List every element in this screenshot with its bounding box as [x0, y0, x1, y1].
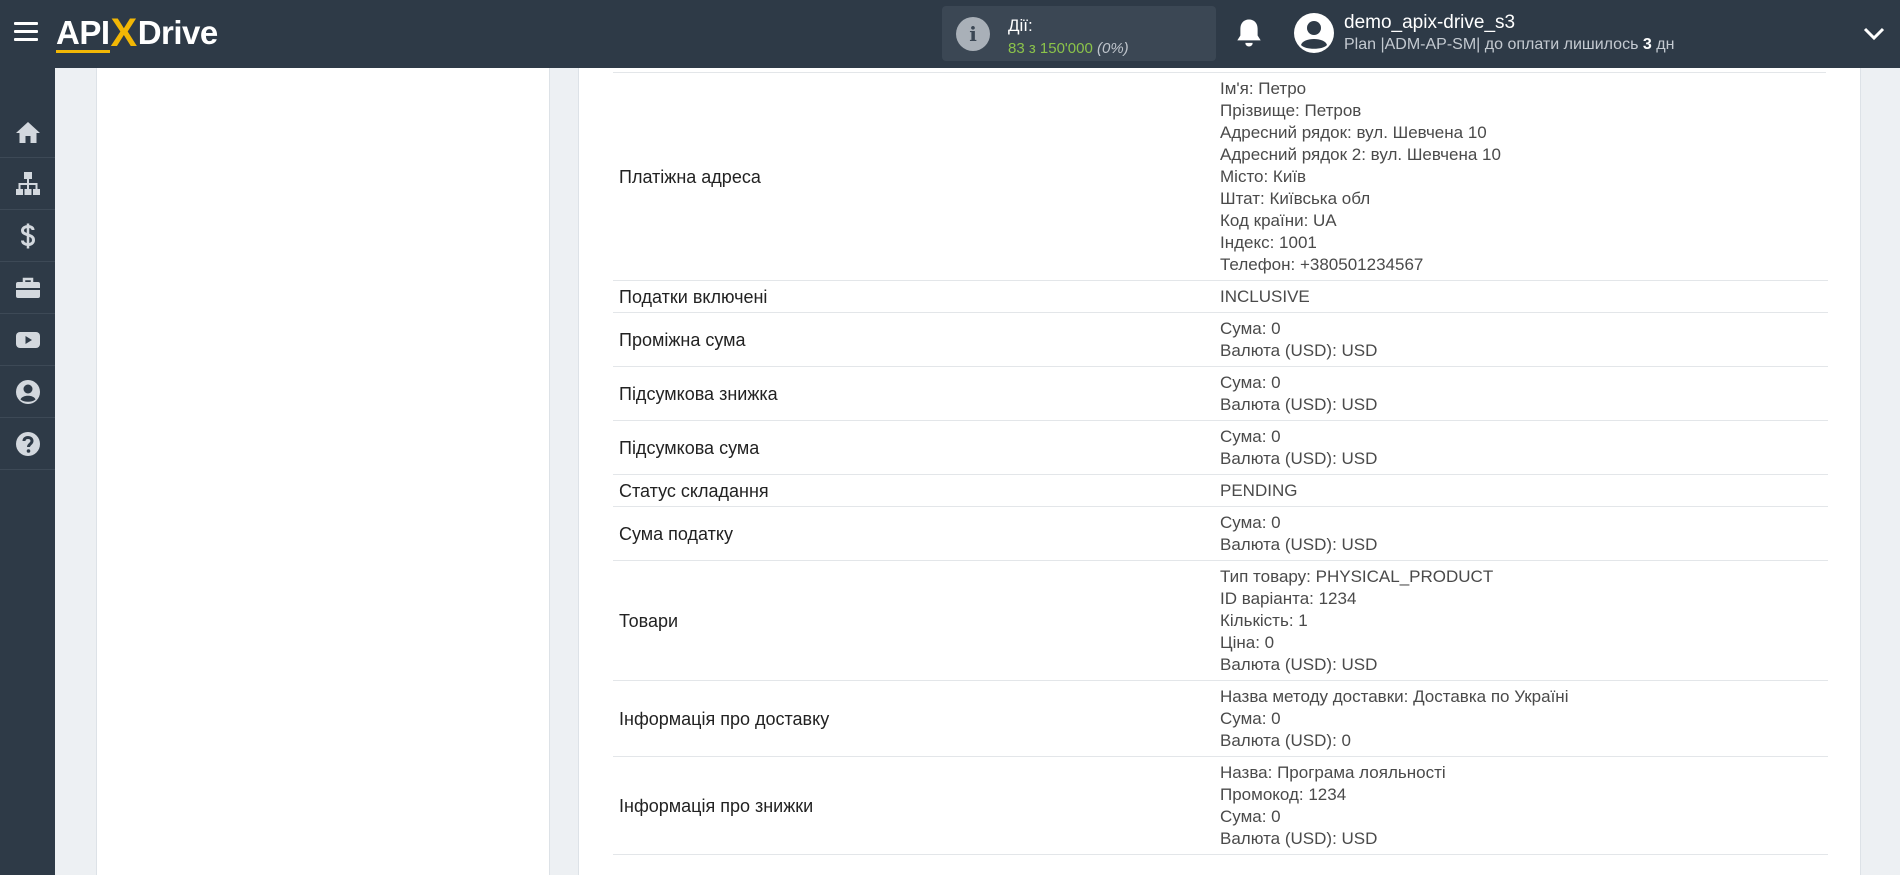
- row-label: Інформація про доставку: [619, 708, 830, 729]
- logo-x-text: X: [110, 10, 138, 55]
- row-label: Платіжна адреса: [619, 166, 761, 187]
- row-value: Сума: 0 Валюта (USD): USD: [1220, 426, 1828, 470]
- row-value-line: Валюта (USD): USD: [1220, 829, 1378, 848]
- table-row: Товари Тип товару: PHYSICAL_PRODUCT ID вар…: [613, 561, 1828, 681]
- sidebar: [0, 68, 55, 875]
- row-value-line: Назва методу доставки: Доставка по Украї…: [1220, 687, 1569, 706]
- plan-days: 3: [1642, 36, 1652, 53]
- row-value-line: Ім'я: Петро: [1220, 79, 1307, 98]
- row-value-line: Адресний рядок: вул. Шевчена 10: [1220, 123, 1487, 142]
- row-value: Сума: 0 Валюта (USD): USD: [1220, 318, 1828, 362]
- row-value-line: Кількість: 1: [1220, 611, 1308, 630]
- row-value-line: Валюта (USD): USD: [1220, 341, 1378, 360]
- menu-icon[interactable]: [14, 22, 38, 42]
- row-value-line: INCLUSIVE: [1220, 287, 1310, 306]
- row-value: Назва: Програма лояльності Промокод: 1234…: [1220, 762, 1828, 850]
- sidebar-item-home[interactable]: [0, 106, 55, 158]
- actions-counter[interactable]: i Дії: 83 з 150'000 (0%): [942, 6, 1216, 61]
- row-label: Підсумкова знижка: [619, 383, 778, 404]
- table-row: Проміжна сума Сума: 0 Валюта (USD): USD: [613, 313, 1828, 367]
- row-value-line: Адресний рядок 2: вул. Шевчена 10: [1220, 145, 1501, 164]
- row-value-line: Сума: 0: [1220, 319, 1281, 338]
- row-value-line: Валюта (USD): 0: [1220, 731, 1351, 750]
- username[interactable]: demo_apix-drive_s3: [1344, 12, 1515, 34]
- apixdrive-logo[interactable]: API X Drive: [56, 11, 218, 55]
- dollar-icon: [20, 223, 35, 248]
- row-value-line: ID варіанта: 1234: [1220, 589, 1357, 608]
- table-row: Підсумкова знижка Сума: 0 Валюта (USD): US…: [613, 367, 1828, 421]
- row-value: PENDING: [1220, 480, 1828, 502]
- row-label: Статус складання: [619, 480, 769, 501]
- avatar-icon[interactable]: [1294, 13, 1334, 53]
- sidebar-item-account[interactable]: [0, 366, 55, 418]
- row-value-line: Телефон: +380501234567: [1220, 255, 1424, 274]
- plan-info: Plan |ADM-AP-SM| до оплати лишилось 3 дн: [1344, 36, 1674, 54]
- row-value-line: Тип товару: PHYSICAL_PRODUCT: [1220, 567, 1494, 586]
- row-value-line: Валюта (USD): USD: [1220, 655, 1378, 674]
- info-icon: i: [956, 17, 990, 51]
- sidebar-item-connections[interactable]: [0, 158, 55, 210]
- sidebar-item-tools[interactable]: [0, 262, 55, 314]
- youtube-icon: [15, 331, 40, 348]
- plan-suffix: дн: [1656, 36, 1675, 53]
- row-value-line: Індекс: 1001: [1220, 233, 1317, 252]
- left-panel: [96, 68, 550, 875]
- bell-icon[interactable]: [1234, 17, 1264, 49]
- data-table: Платіжна адреса Ім'я: Петро Прізвище: Петр…: [613, 73, 1828, 855]
- row-value-line: Прізвище: Петров: [1220, 101, 1362, 120]
- row-value-line: Валюта (USD): USD: [1220, 395, 1378, 414]
- sidebar-item-video[interactable]: [0, 314, 55, 366]
- row-label: Податки включені: [619, 286, 768, 307]
- row-value-line: Сума: 0: [1220, 373, 1281, 392]
- row-label: Інформація про знижки: [619, 795, 814, 816]
- row-label: Підсумкова сума: [619, 437, 760, 458]
- actions-value: 83 з 150'000 (0%): [1008, 40, 1129, 57]
- row-value: Ім'я: Петро Прізвище: Петров Адресний рядо…: [1220, 78, 1828, 276]
- row-value: INCLUSIVE: [1220, 286, 1828, 308]
- row-value-line: Штат: Київська обл: [1220, 189, 1371, 208]
- table-row: Інформація про доставку Назва методу дост…: [613, 681, 1828, 757]
- table-row: Статус складання PENDING: [613, 475, 1828, 507]
- sitemap-icon: [15, 171, 40, 195]
- row-value-line: Валюта (USD): USD: [1220, 535, 1378, 554]
- sidebar-item-billing[interactable]: [0, 210, 55, 262]
- row-value: Назва методу доставки: Доставка по Украї…: [1220, 686, 1828, 752]
- row-value: Тип товару: PHYSICAL_PRODUCT ID варіанта:…: [1220, 566, 1828, 676]
- home-icon: [15, 121, 40, 143]
- logo-api-text: API: [56, 14, 110, 53]
- row-value-line: Сума: 0: [1220, 427, 1281, 446]
- chevron-down-icon[interactable]: [1862, 24, 1886, 42]
- row-value-line: Ціна: 0: [1220, 633, 1275, 652]
- row-value-line: Сума: 0: [1220, 513, 1281, 532]
- table-row: Сума податку Сума: 0 Валюта (USD): USD: [613, 507, 1828, 561]
- sidebar-item-help[interactable]: [0, 418, 55, 470]
- actions-label: Дії:: [1008, 16, 1033, 35]
- briefcase-icon: [15, 277, 40, 298]
- row-value-line: Місто: Київ: [1220, 167, 1307, 186]
- table-row: Платіжна адреса Ім'я: Петро Прізвище: Петр…: [613, 73, 1828, 281]
- row-label: Товари: [619, 610, 679, 631]
- top-header: API X Drive i Дії: 83 з 150'000 (0%) demo_…: [0, 0, 1900, 68]
- logo-drive-text: Drive: [137, 14, 219, 51]
- data-panel: Платіжна адреса Ім'я: Петро Прізвище: Петр…: [578, 68, 1861, 875]
- plan-text: Plan |ADM-AP-SM| до оплати лишилось: [1344, 36, 1639, 53]
- actions-percent: (0%): [1097, 40, 1129, 57]
- row-value: Сума: 0 Валюта (USD): USD: [1220, 372, 1828, 416]
- actions-count: 83 з 150'000: [1008, 40, 1093, 57]
- table-row: Підсумкова сума Сума: 0 Валюта (USD): USD: [613, 421, 1828, 475]
- row-value-line: Сума: 0: [1220, 807, 1281, 826]
- row-label: Проміжна сума: [619, 329, 746, 350]
- row-label: Сума податку: [619, 523, 733, 544]
- help-icon: [15, 431, 40, 456]
- row-value-line: Код країни: UA: [1220, 211, 1337, 230]
- row-value: Сума: 0 Валюта (USD): USD: [1220, 512, 1828, 556]
- row-value-line: PENDING: [1220, 481, 1298, 500]
- row-value-line: Валюта (USD): USD: [1220, 449, 1378, 468]
- table-row: Податки включені INCLUSIVE: [613, 281, 1828, 313]
- row-value-line: Сума: 0: [1220, 709, 1281, 728]
- row-value-line: Промокод: 1234: [1220, 785, 1347, 804]
- row-value-line: Назва: Програма лояльності: [1220, 763, 1446, 782]
- user-circle-icon: [15, 379, 40, 404]
- table-row: Інформація про знижки Назва: Програма лоя…: [613, 757, 1828, 855]
